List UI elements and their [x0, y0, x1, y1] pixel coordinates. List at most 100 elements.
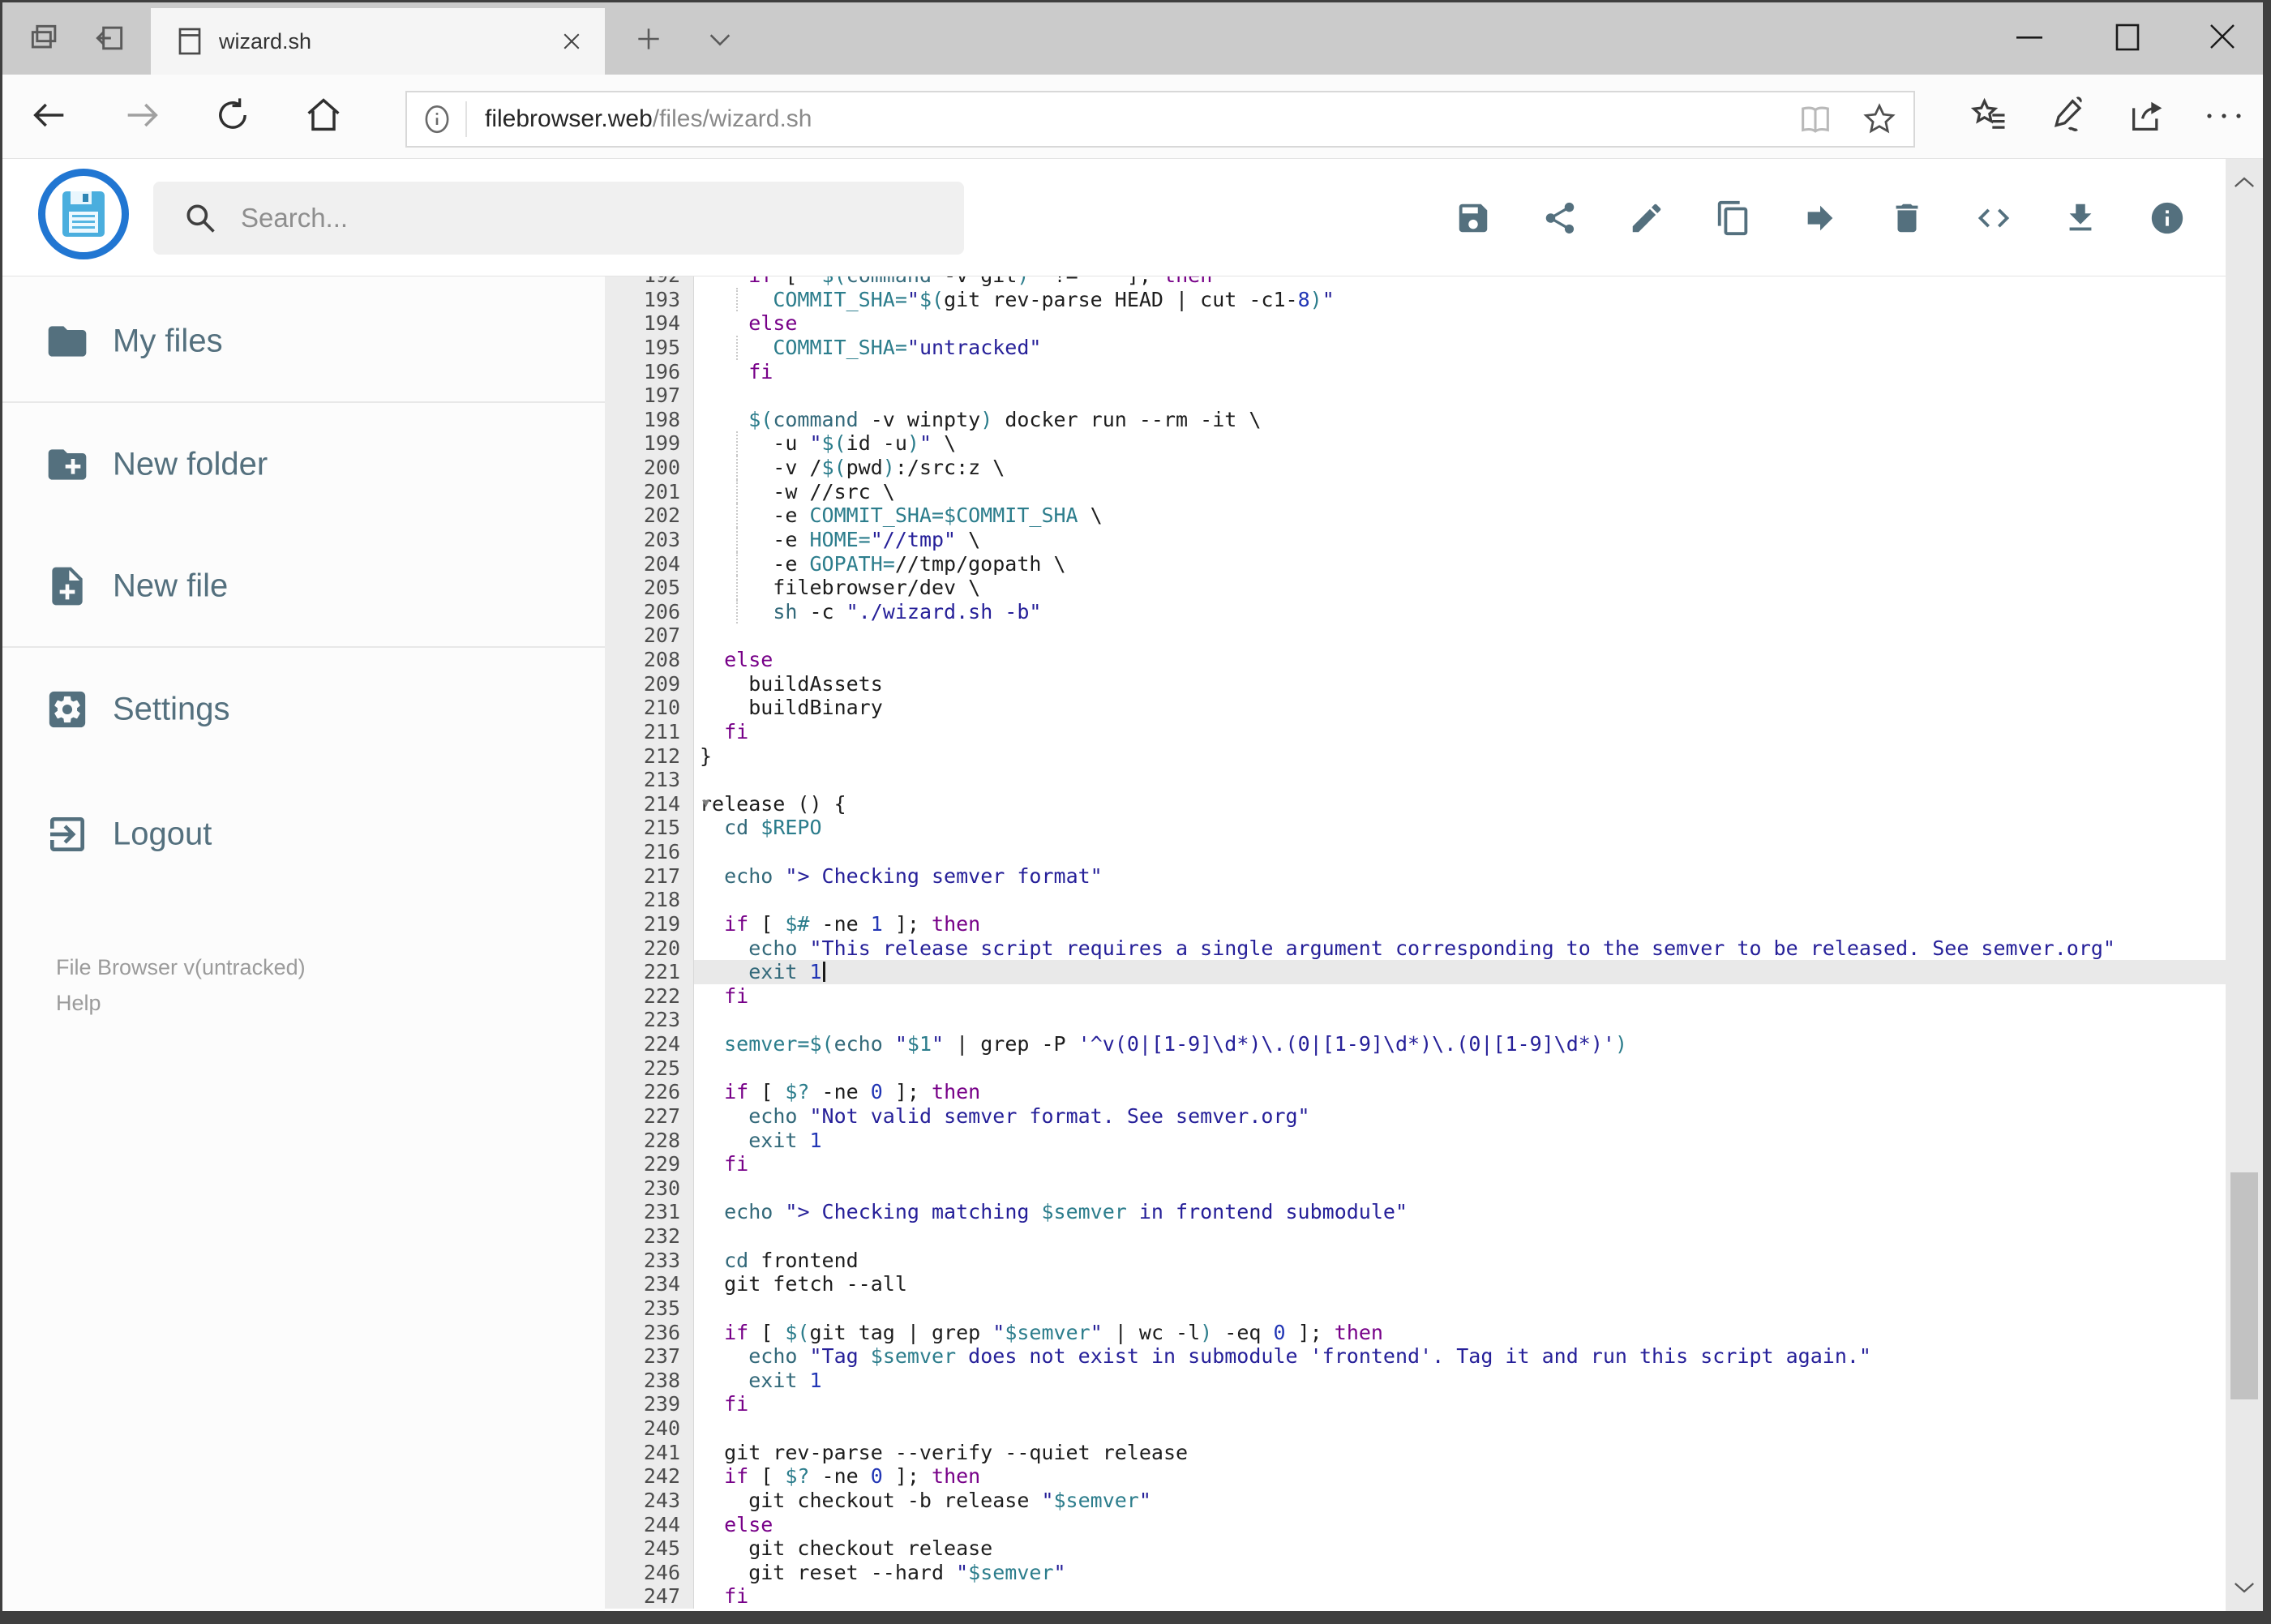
line-number: 229	[605, 1152, 694, 1176]
code-line-content: fi	[724, 1584, 749, 1609]
code-line-content: git checkout release	[700, 1536, 993, 1561]
download-button[interactable]	[2058, 195, 2103, 241]
new-tab-button[interactable]	[633, 24, 664, 54]
annotate-pen-icon[interactable]	[2048, 94, 2090, 136]
set-tabs-aside-icon[interactable]	[92, 20, 127, 56]
scroll-up-icon[interactable]	[2226, 164, 2263, 201]
address-bar[interactable]: filebrowser.web/files/wizard.sh	[405, 91, 1915, 148]
window-border	[2263, 0, 2271, 1624]
line-number: 220	[605, 936, 694, 961]
reading-view-icon[interactable]	[1797, 103, 1834, 135]
code-line: 196 fi	[605, 359, 2226, 384]
line-number: 195	[605, 335, 694, 360]
line-number: 228	[605, 1128, 694, 1153]
scrollbar-thumb[interactable]	[2230, 1172, 2258, 1399]
line-number: 192	[605, 276, 694, 288]
code-line: 225	[605, 1056, 2226, 1081]
sidebar-item-label: Logout	[113, 816, 212, 852]
browser-tab[interactable]: wizard.sh	[151, 8, 605, 75]
code-line: 223	[605, 1008, 2226, 1032]
line-number: 200	[605, 456, 694, 480]
line-number: 221	[605, 960, 694, 984]
info-button[interactable]	[2145, 195, 2190, 241]
back-button[interactable]	[28, 94, 71, 136]
line-number: 193	[605, 287, 694, 312]
sidebar-item-new-folder[interactable]: New folder	[2, 416, 605, 513]
app-version-text: File Browser v(untracked)	[56, 955, 306, 979]
line-number: 201	[605, 479, 694, 504]
browser-navbar: filebrowser.web/files/wizard.sh	[2, 75, 2263, 159]
share-button[interactable]	[1537, 195, 1583, 241]
code-line: 208 else	[605, 648, 2226, 672]
favorites-hub-icon[interactable]	[1968, 94, 2010, 136]
page-scrollbar[interactable]	[2226, 159, 2263, 1611]
code-line-content: release () {	[700, 791, 846, 816]
copy-button[interactable]	[1711, 195, 1756, 241]
line-number: 194	[605, 311, 694, 336]
code-line-content: -e HOME="//tmp" \	[694, 527, 2226, 552]
line-number: 197	[605, 384, 694, 408]
code-line-content: -w //src \	[694, 479, 2226, 504]
code-line: 230	[605, 1176, 2226, 1201]
help-link[interactable]: Help	[56, 985, 306, 1021]
code-line-content	[694, 840, 2226, 864]
sidebar-item-logout[interactable]: Logout	[2, 786, 605, 883]
tab-preview-icon[interactable]	[27, 20, 62, 56]
scroll-down-icon[interactable]	[2226, 1569, 2263, 1606]
edit-button[interactable]	[1624, 195, 1669, 241]
share-page-icon[interactable]	[2127, 94, 2169, 136]
code-line: 224 semver=$(echo "$1" | grep -P '^v(0|[…	[605, 1032, 2226, 1056]
minimize-button[interactable]	[2012, 35, 2047, 40]
code-line-content: COMMIT_SHA="untracked"	[694, 335, 2226, 360]
sidebar-item-settings[interactable]: Settings	[2, 661, 605, 758]
line-number: 231	[605, 1200, 694, 1224]
code-line-content: echo "Not valid semver format. See semve…	[748, 1103, 1310, 1128]
line-number: 204	[605, 551, 694, 576]
save-button[interactable]	[1450, 195, 1496, 241]
sidebar-item-new-file[interactable]: New file	[2, 538, 605, 635]
code-line-content: sh -c "./wizard.sh -b"	[694, 599, 2226, 624]
code-line: 205 filebrowser/dev \	[605, 576, 2226, 600]
sidebar-item-my-files[interactable]: My files	[2, 293, 605, 390]
maximize-button[interactable]	[2110, 19, 2146, 54]
close-window-button[interactable]	[2205, 19, 2240, 54]
code-line-content: echo "This release script requires a sin…	[748, 936, 2115, 960]
favorite-star-icon[interactable]	[1862, 101, 1897, 137]
forward-button[interactable]	[121, 94, 163, 136]
line-number: 207	[605, 623, 694, 648]
sidebar-item-label: New folder	[113, 446, 268, 482]
site-info-icon[interactable]	[420, 102, 454, 136]
code-line: 193 COMMIT_SHA="$(git rev-parse HEAD | c…	[605, 287, 2226, 312]
delete-button[interactable]	[1884, 195, 1930, 241]
code-line: 195 COMMIT_SHA="untracked"	[605, 335, 2226, 360]
code-button[interactable]	[1971, 195, 2016, 241]
tab-close-icon[interactable]	[559, 29, 584, 54]
code-line: 219 if [ $# -ne 1 ]; then	[605, 911, 2226, 936]
code-line: 216	[605, 840, 2226, 864]
line-number: 211	[605, 719, 694, 744]
tab-list-chevron-icon[interactable]	[706, 28, 734, 51]
code-line-content	[694, 1176, 2226, 1201]
fold-arrow-icon[interactable]: ▾	[702, 791, 709, 816]
code-line: 221 exit 1	[605, 960, 2226, 984]
line-number: 219	[605, 911, 694, 936]
code-line-content: if [ $? -ne 0 ]; then	[724, 1464, 981, 1489]
code-line: 201 -w //src \	[605, 479, 2226, 504]
more-options-icon[interactable]	[2201, 110, 2247, 122]
code-line: 217 echo "> Checking semver format"	[605, 863, 2226, 889]
code-editor[interactable]: 192 if [ "$(command -v git)" != "" ]; th…	[605, 276, 2226, 1611]
code-line: 243 git checkout -b release "$semver"	[605, 1488, 2226, 1513]
code-line-content: buildBinary	[700, 696, 883, 720]
code-line-content: else	[724, 1512, 773, 1536]
home-button[interactable]	[302, 94, 345, 136]
code-line-content: fi	[748, 359, 773, 384]
move-button[interactable]	[1798, 195, 1843, 241]
code-line-content: echo "> Checking matching $semver in fro…	[724, 1200, 1408, 1224]
search-input[interactable]	[239, 202, 891, 234]
code-line-content: git fetch --all	[700, 1272, 907, 1296]
text-cursor	[822, 962, 825, 983]
search-box[interactable]	[153, 182, 964, 255]
code-line-content: exit 1	[694, 960, 2226, 984]
line-number: 239	[605, 1392, 694, 1416]
refresh-button[interactable]	[212, 94, 254, 136]
